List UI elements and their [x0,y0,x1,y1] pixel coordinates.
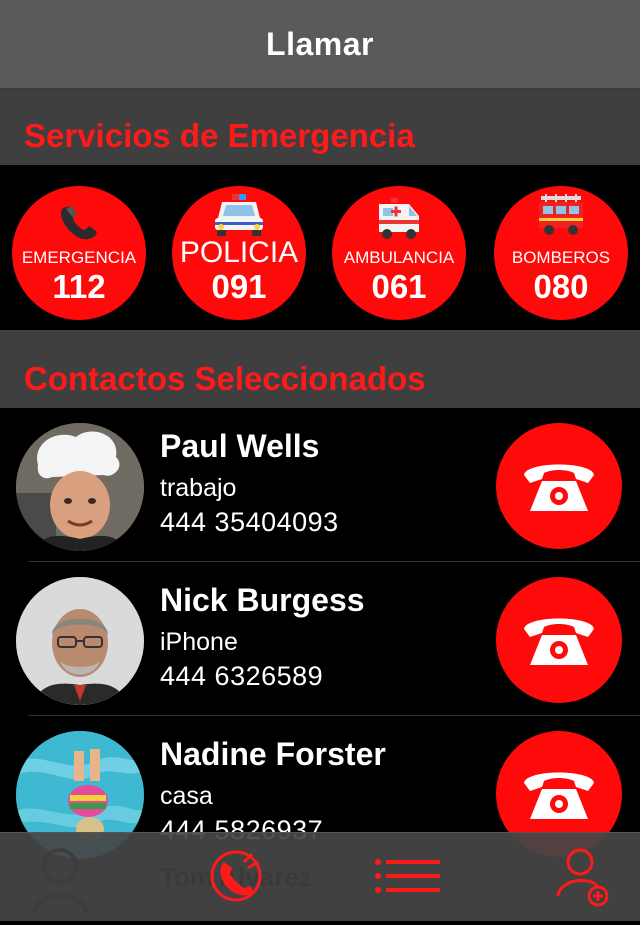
ambulance-icon [332,198,466,247]
contacts-section-title: Contactos Seleccionados [24,360,426,397]
contact-row[interactable]: Paul Wells trabajo 444 35404093 [0,408,640,562]
police-number: 091 [211,268,267,305]
tab-add-contact[interactable] [480,832,640,920]
firefighters-label: BOMBEROS [511,248,611,267]
contact-phone-number: 444 6326589 [160,661,324,691]
emergency-label: EMERGENCIA [21,248,137,267]
fire-engine-icon [494,194,628,243]
contact-row[interactable]: Nick Burgess iPhone 444 6326589 [0,562,640,716]
emergency-section-header: Servicios de Emergencia [0,89,640,165]
rotary-phone-icon [524,618,594,665]
phone-call-icon [210,850,262,902]
rotary-phone-icon [524,464,594,511]
contact-name: Nick Burgess [160,582,365,618]
list-icon [375,859,440,893]
police-button-091[interactable]: POLICIA 091 [172,186,306,320]
firefighters-button-080[interactable]: BOMBEROS 080 [494,186,628,320]
avatar [16,423,144,551]
call-button[interactable] [496,423,622,549]
tab-call[interactable] [160,832,320,920]
contacts-icon [32,848,88,913]
contact-phone-type: trabajo [160,474,237,502]
avatar [16,577,144,705]
emergency-services-row: EMERGENCIA 112 POLICIA 091 AMBULANCIA 06… [0,165,640,330]
telephone-icon [12,202,146,247]
firefighters-number: 080 [533,268,589,305]
police-label: POLICIA [179,236,299,269]
emergency-section-title: Servicios de Emergencia [24,117,415,154]
ambulance-button-061[interactable]: AMBULANCIA 061 [332,186,466,320]
nav-bar: Llamar [0,0,640,89]
ambulance-number: 061 [371,268,427,305]
ambulance-label: AMBULANCIA [343,248,455,267]
tab-contacts[interactable] [0,832,160,920]
contacts-section-header: Contactos Seleccionados [0,330,640,408]
contact-phone-type: iPhone [160,628,238,656]
emergency-button-112[interactable]: EMERGENCIA 112 [12,186,146,320]
contact-phone-type: casa [160,782,213,810]
tab-list[interactable] [320,832,480,920]
contact-name: Nadine Forster [160,736,386,772]
call-button[interactable] [496,577,622,703]
emergency-number: 112 [52,268,106,305]
add-contact-icon [556,848,609,907]
page-title: Llamar [266,25,374,62]
contact-name: Paul Wells [160,428,320,464]
contact-phone-number: 444 35404093 [160,507,339,537]
